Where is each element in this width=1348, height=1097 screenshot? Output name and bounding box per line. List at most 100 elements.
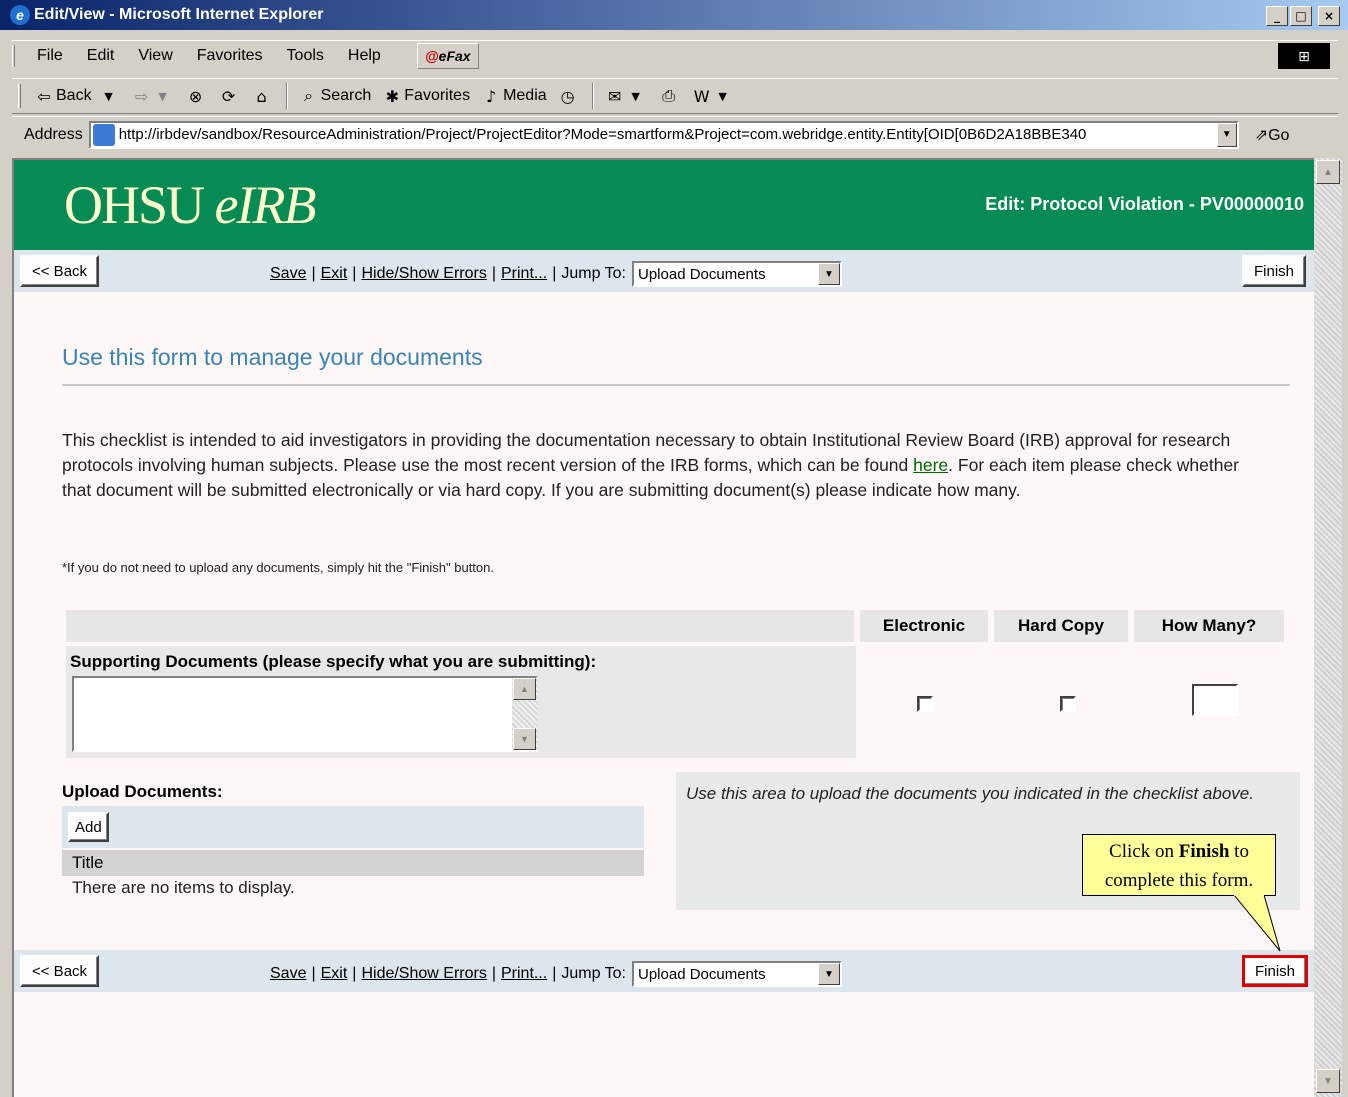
refresh-button[interactable]: ⟳ — [214, 87, 247, 106]
back-button[interactable]: ⇦ Back ▼ — [29, 87, 127, 106]
jump-to-value: Upload Documents — [638, 265, 766, 283]
header-blank — [66, 610, 854, 642]
col-electronic: Electronic — [860, 610, 988, 642]
electronic-checkbox[interactable] — [917, 696, 933, 712]
page-viewport: OHSU eIRB Edit: Protocol Violation - PV0… — [12, 158, 1314, 1097]
forward-arrow-icon: ⇨ — [134, 86, 149, 106]
nav-links: Save | Exit | Hide/Show Errors | Print... | … — [270, 261, 842, 287]
dropdown-arrow-icon[interactable]: ▼ — [627, 90, 645, 103]
favorites-label: Favorites — [404, 87, 471, 104]
menu-view[interactable]: View — [126, 47, 184, 65]
minimize-button[interactable]: _ — [1266, 6, 1288, 26]
jump-to-select[interactable]: Upload Documents ▼ — [632, 261, 842, 287]
window-title-bar: e Edit/View - Microsoft Internet Explore… — [0, 0, 1348, 30]
go-arrow-icon: ⇗ — [1254, 126, 1269, 144]
efax-button[interactable]: @ eFax — [416, 42, 479, 69]
windows-logo-icon: ⊞ — [1278, 43, 1330, 69]
print-link[interactable]: Print... — [501, 265, 547, 283]
ie-icon: e — [10, 5, 30, 25]
address-input[interactable]: http://irbdev/sandbox/ResourceAdministra… — [88, 120, 1239, 149]
save-link[interactable]: Save — [270, 265, 306, 283]
chevron-down-icon[interactable]: ▼ — [818, 963, 840, 985]
form-heading: Use this form to manage your documents — [62, 344, 483, 370]
callout-pointer — [1234, 895, 1281, 952]
finish-button[interactable]: Finish — [1241, 255, 1306, 287]
search-label: Search — [320, 87, 372, 104]
address-dropdown-icon[interactable]: ▼ — [1216, 122, 1237, 147]
home-icon: ⌂ — [256, 86, 267, 106]
window-title: Edit/View - Microsoft Internet Explorer — [34, 6, 324, 23]
edit-word-button[interactable]: W ▼ — [687, 87, 741, 106]
hide-show-errors-link[interactable]: Hide/Show Errors — [361, 265, 486, 283]
dropdown-arrow-icon[interactable]: ▼ — [154, 90, 172, 103]
menu-tools[interactable]: Tools — [275, 47, 336, 65]
scroll-down-icon[interactable]: ▼ — [513, 728, 536, 750]
page-title: Edit: Protocol Violation - PV00000010 — [985, 194, 1304, 214]
maximize-button[interactable]: □ — [1290, 6, 1312, 26]
print-link[interactable]: Print... — [501, 965, 547, 983]
callout-text: Click on — [1109, 841, 1179, 862]
exit-link[interactable]: Exit — [321, 265, 348, 283]
title-column-header[interactable]: Title — [62, 850, 644, 876]
scroll-up-icon[interactable]: ▲ — [513, 678, 536, 700]
history-button[interactable]: ◷ — [553, 87, 586, 106]
dropdown-arrow-icon[interactable]: ▼ — [714, 90, 732, 103]
textarea-scrollbar[interactable]: ▲ ▼ — [512, 678, 538, 750]
back-nav-button[interactable]: << Back — [20, 255, 100, 287]
heading-divider — [62, 384, 1290, 386]
toolbar-grip[interactable] — [12, 44, 15, 67]
how-many-input[interactable] — [1192, 684, 1238, 716]
printer-icon: ⎙ — [662, 86, 676, 105]
forms-here-link[interactable]: here — [913, 455, 948, 475]
exit-link[interactable]: Exit — [321, 965, 348, 983]
save-link[interactable]: Save — [270, 965, 306, 983]
forward-button[interactable]: ⇨ ▼ — [127, 87, 181, 106]
intro-paragraph: This checklist is intended to aid invest… — [62, 428, 1262, 503]
bottom-nav-bar: << Back Save | Exit | Hide/Show Errors | Pr… — [14, 950, 1314, 992]
menu-help[interactable]: Help — [336, 47, 393, 65]
search-button[interactable]: ⌕ Search — [294, 86, 378, 106]
back-label: Back — [56, 87, 92, 104]
standard-toolbar: ⇦ Back ▼ ⇨ ▼ ⊗ ⟳ ⌂ ⌕ Search ✱ Favorites ♪ Medi… — [12, 78, 1338, 114]
finish-button-bottom[interactable]: Finish — [1241, 955, 1308, 987]
chevron-down-icon[interactable]: ▼ — [818, 263, 840, 285]
back-nav-button-bottom[interactable]: << Back — [20, 955, 100, 987]
supporting-documents-textarea[interactable] — [72, 676, 538, 752]
scroll-up-icon[interactable]: ▲ — [1316, 160, 1340, 184]
close-button[interactable]: × — [1318, 6, 1340, 26]
hard-copy-checkbox[interactable] — [1060, 696, 1076, 712]
stop-icon: ⊗ — [188, 86, 203, 106]
upload-help-text: Use this area to upload the documents yo… — [686, 784, 1254, 803]
go-button[interactable]: ⇗Go — [1255, 125, 1290, 145]
logo-italic: eIRB — [214, 175, 317, 235]
media-button[interactable]: ♪ Media — [476, 87, 553, 106]
menu-bar: File Edit View Favorites Tools Help @ eFa… — [12, 40, 1338, 70]
menu-edit[interactable]: Edit — [75, 47, 127, 65]
print-toolbar-button[interactable]: ⎙ — [654, 86, 687, 106]
hide-show-errors-link[interactable]: Hide/Show Errors — [361, 965, 486, 983]
favorites-button[interactable]: ✱ Favorites — [377, 87, 476, 106]
supporting-documents-row: Supporting Documents (please specify wha… — [66, 646, 856, 758]
toolbar-grip[interactable] — [18, 84, 21, 108]
callout-bold: Finish — [1178, 841, 1230, 862]
nav-links-bottom: Save | Exit | Hide/Show Errors | Print... | … — [270, 961, 842, 987]
dropdown-arrow-icon[interactable]: ▼ — [100, 90, 118, 103]
stop-button[interactable]: ⊗ — [181, 87, 214, 106]
jump-to-label: Jump To: — [561, 265, 626, 282]
menu-file[interactable]: File — [25, 47, 75, 65]
menu-favorites[interactable]: Favorites — [185, 47, 275, 65]
window-controls: _ □ × — [1266, 6, 1340, 26]
add-button[interactable]: Add — [68, 812, 109, 842]
jump-to-value: Upload Documents — [638, 965, 766, 983]
top-nav-bar: << Back Save | Exit | Hide/Show Errors | Pr… — [14, 250, 1314, 292]
page-scrollbar[interactable]: ▲ ▼ — [1314, 158, 1342, 1097]
back-arrow-icon: ⇦ — [37, 86, 51, 106]
scroll-down-icon[interactable]: ▼ — [1316, 1069, 1340, 1093]
go-label: Go — [1268, 126, 1290, 144]
mail-button[interactable]: ✉ ▼ — [600, 87, 654, 106]
home-button[interactable]: ⌂ — [247, 87, 280, 106]
address-url[interactable]: http://irbdev/sandbox/ResourceAdministra… — [119, 126, 1217, 143]
toolbar-separator — [285, 83, 288, 109]
jump-to-select-bottom[interactable]: Upload Documents ▼ — [632, 961, 842, 987]
efax-label: eFax — [438, 47, 471, 64]
